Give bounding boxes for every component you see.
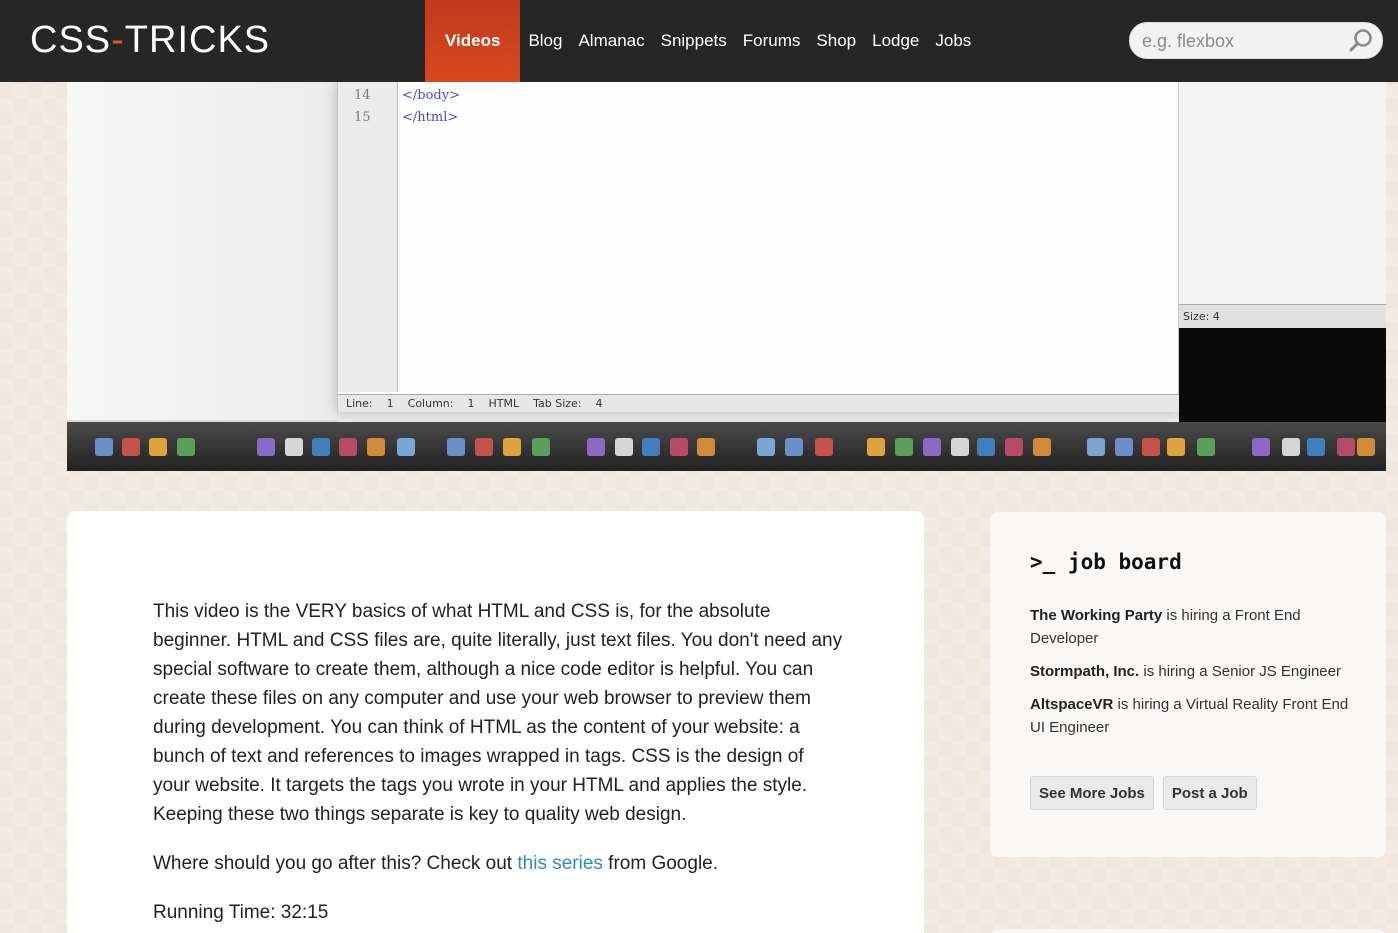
- nav-item-videos[interactable]: Videos: [425, 0, 521, 82]
- video-frame-desktop: [1179, 328, 1386, 428]
- dock-app-icon: [1282, 438, 1300, 456]
- logo-css: CSS: [30, 19, 112, 61]
- dock-app-icon: [447, 438, 465, 456]
- search-icon[interactable]: [1348, 28, 1374, 54]
- nav-item-jobs[interactable]: Jobs: [927, 0, 979, 82]
- dock-app-icon: [1087, 438, 1105, 456]
- logo-tricks: TRICKS: [124, 19, 271, 61]
- nav-item-shop[interactable]: Shop: [808, 0, 864, 82]
- status-tab-size-value: 4: [595, 397, 603, 410]
- dock-app-icon: [1252, 438, 1270, 456]
- running-time: Running Time: 32:15: [153, 902, 329, 923]
- dock-app-icon: [312, 438, 330, 456]
- search-input[interactable]: [1142, 28, 1342, 54]
- dock-app-icon: [867, 438, 885, 456]
- video-player[interactable]: 14 </body> 15 </html> Line: 1 Column: 1 …: [67, 82, 1386, 471]
- code-line: </html>: [402, 110, 459, 125]
- next-steps-text: Where should you go after this? Check ou…: [153, 853, 518, 874]
- dock-app-icon: [1357, 438, 1375, 456]
- dock-app-icon: [285, 438, 303, 456]
- nav-item-almanac[interactable]: Almanac: [570, 0, 652, 82]
- dock-app-icon: [670, 438, 688, 456]
- video-frame-code-editor: 14 </body> 15 </html> Line: 1 Column: 1 …: [337, 82, 1180, 412]
- site-logo[interactable]: CSS-TRICKS: [30, 18, 270, 62]
- status-syntax: HTML: [488, 397, 520, 410]
- job-board-title: >_ job board: [1030, 550, 1182, 574]
- status-line-value: 1: [386, 397, 394, 410]
- dock-app-icon: [367, 438, 385, 456]
- nav-item-forums[interactable]: Forums: [735, 0, 809, 82]
- next-steps-paragraph: Where should you go after this? Check ou…: [153, 849, 843, 878]
- dock-app-icon: [122, 438, 140, 456]
- status-column-label: Column:: [407, 397, 454, 410]
- dock-app-icon: [503, 438, 521, 456]
- dock-app-icon: [815, 438, 833, 456]
- dock-app-icon: [95, 438, 113, 456]
- dock-app-icon: [1115, 438, 1133, 456]
- dock-app-icon: [697, 438, 715, 456]
- dock-app-icon: [1142, 438, 1160, 456]
- sidebar-next-card: [990, 929, 1386, 933]
- dock-app-icon: [257, 438, 275, 456]
- dock-app-icon: [149, 438, 167, 456]
- dock-app-icon: [1033, 438, 1051, 456]
- this-series-link[interactable]: this series: [517, 853, 603, 874]
- dock-app-icon: [177, 438, 195, 456]
- dock-app-icon: [475, 438, 493, 456]
- editor-gutter: [338, 82, 398, 392]
- search-box: [1129, 22, 1383, 59]
- job-board: >_ job board The Working Party is hiring…: [990, 512, 1386, 857]
- dock-app-icon: [587, 438, 605, 456]
- status-line-label: Line:: [346, 397, 373, 410]
- dock-app-icon: [615, 438, 633, 456]
- dock-app-icon: [895, 438, 913, 456]
- dock-app-icon: [1167, 438, 1185, 456]
- dock-app-icon: [642, 438, 660, 456]
- dock-app-icon: [785, 438, 803, 456]
- job-description: is hiring a Senior JS Engineer: [1139, 663, 1341, 680]
- code-line: </body>: [402, 88, 460, 103]
- dock-app-icon: [1197, 438, 1215, 456]
- editor-status-bar: Line: 1 Column: 1 HTML Tab Size: 4: [338, 394, 1180, 412]
- job-list: The Working Party is hiring a Front End …: [1030, 604, 1350, 749]
- line-number: 15: [354, 110, 371, 125]
- dock-app-icon: [1307, 438, 1325, 456]
- line-number: 14: [354, 88, 371, 103]
- logo-dash: -: [111, 19, 125, 61]
- job-board-actions: See More Jobs Post a Job: [1030, 776, 1257, 810]
- dock-app-icon: [532, 438, 550, 456]
- nav-item-lodge[interactable]: Lodge: [864, 0, 927, 82]
- see-more-jobs-button[interactable]: See More Jobs: [1030, 776, 1154, 810]
- job-company: The Working Party: [1030, 607, 1163, 624]
- job-company: AltspaceVR: [1030, 696, 1114, 713]
- job-listing[interactable]: The Working Party is hiring a Front End …: [1030, 604, 1350, 650]
- post-a-job-button[interactable]: Post a Job: [1162, 776, 1257, 810]
- dock-app-icon: [977, 438, 995, 456]
- video-frame-left-window: [67, 82, 337, 422]
- status-column-value: 1: [467, 397, 475, 410]
- site-header: CSS-TRICKS Videos Blog Almanac Snippets …: [0, 0, 1398, 82]
- main-nav: Videos Blog Almanac Snippets Forums Shop…: [425, 0, 979, 82]
- dock-app-icon: [339, 438, 357, 456]
- dock-app-icon: [951, 438, 969, 456]
- dock-app-icon: [1337, 438, 1355, 456]
- job-company: Stormpath, Inc.: [1030, 663, 1140, 680]
- dock-app-icon: [923, 438, 941, 456]
- description-paragraph: This video is the VERY basics of what HT…: [153, 601, 843, 825]
- video-frame-dock: [67, 422, 1386, 471]
- dock-app-icon: [1005, 438, 1023, 456]
- status-tab-size-label: Tab Size:: [533, 397, 582, 410]
- dock-app-icon: [757, 438, 775, 456]
- video-frame-right-window: [1179, 82, 1386, 304]
- video-frame-right-status: Size: 4: [1179, 304, 1386, 328]
- video-description-card: This video is the VERY basics of what HT…: [67, 511, 924, 933]
- nav-item-snippets[interactable]: Snippets: [653, 0, 735, 82]
- job-listing[interactable]: Stormpath, Inc. is hiring a Senior JS En…: [1030, 660, 1350, 683]
- next-steps-text-end: from Google.: [602, 853, 719, 874]
- nav-item-blog[interactable]: Blog: [520, 0, 570, 82]
- video-description: This video is the VERY basics of what HT…: [153, 597, 843, 933]
- dock-app-icon: [397, 438, 415, 456]
- job-listing[interactable]: AltspaceVR is hiring a Virtual Reality F…: [1030, 693, 1350, 739]
